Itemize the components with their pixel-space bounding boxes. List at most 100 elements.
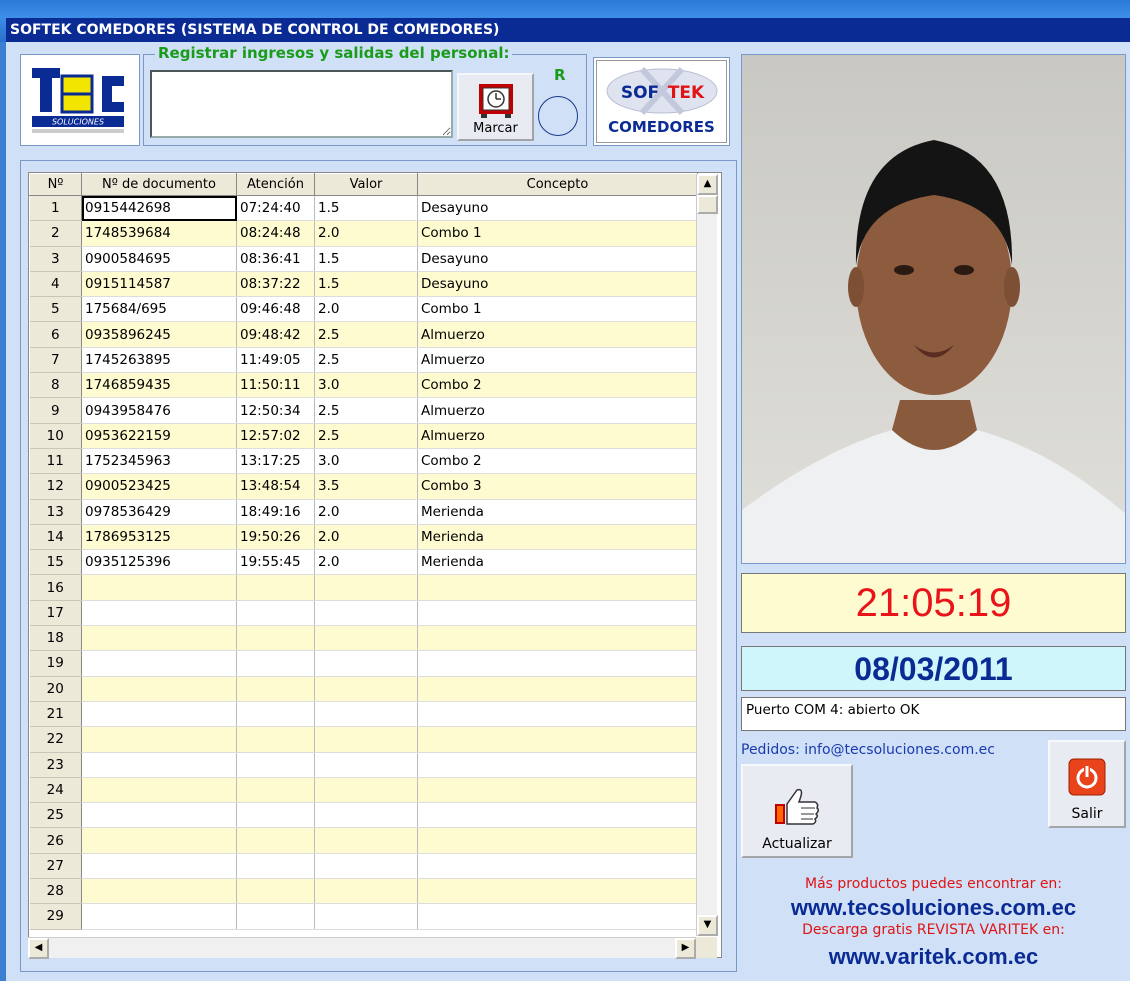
table-row[interactable]: 24 <box>29 777 698 804</box>
row-value[interactable] <box>314 726 418 753</box>
row-concept[interactable]: Combo 2 <box>417 372 698 399</box>
row-time[interactable] <box>236 625 315 652</box>
table-row[interactable]: 22 <box>29 726 698 753</box>
row-time[interactable] <box>236 903 315 930</box>
row-time[interactable]: 07:24:40 <box>236 195 315 222</box>
row-time[interactable]: 11:50:11 <box>236 372 315 399</box>
row-document[interactable]: 0943958476 <box>81 397 237 424</box>
register-input[interactable] <box>150 70 453 138</box>
row-value[interactable] <box>314 878 418 905</box>
table-row[interactable]: 4 0915114587 08:37:22 1.5 Desayuno <box>29 271 698 298</box>
row-value[interactable] <box>314 701 418 728</box>
row-document[interactable]: 0915442698 <box>81 195 237 222</box>
table-row[interactable]: 17 <box>29 600 698 627</box>
row-time[interactable] <box>236 827 315 854</box>
scroll-right-icon[interactable]: ▶ <box>675 938 696 959</box>
row-document[interactable]: 0953622159 <box>81 423 237 449</box>
promo-link-tecsoluciones[interactable]: www.tecsoluciones.com.ec <box>741 895 1126 921</box>
scroll-up-icon[interactable]: ▲ <box>697 174 718 195</box>
row-document[interactable] <box>81 676 237 702</box>
row-concept[interactable]: Merienda <box>417 549 698 576</box>
table-row[interactable]: 19 <box>29 650 698 677</box>
row-document[interactable] <box>81 701 237 728</box>
row-concept[interactable] <box>417 752 698 778</box>
table-row[interactable]: 20 <box>29 676 698 702</box>
table-row[interactable]: 8 1746859435 11:50:11 3.0 Combo 2 <box>29 372 698 399</box>
row-time[interactable] <box>236 701 315 728</box>
row-time[interactable] <box>236 802 315 829</box>
scroll-thumb[interactable] <box>697 195 718 214</box>
row-value[interactable]: 2.5 <box>314 423 418 449</box>
row-value[interactable] <box>314 752 418 778</box>
row-time[interactable] <box>236 878 315 905</box>
row-time[interactable]: 13:48:54 <box>236 473 315 500</box>
salir-button[interactable]: Salir <box>1048 740 1126 828</box>
row-document[interactable] <box>81 853 237 880</box>
row-time[interactable] <box>236 574 315 601</box>
table-row[interactable]: 6 0935896245 09:48:42 2.5 Almuerzo <box>29 321 698 348</box>
row-time[interactable] <box>236 752 315 778</box>
row-concept[interactable]: Combo 1 <box>417 296 698 323</box>
row-value[interactable] <box>314 574 418 601</box>
col-header-number[interactable]: Nº <box>29 173 82 196</box>
grid-vertical-scrollbar[interactable]: ▲ ▼ <box>696 174 718 936</box>
row-concept[interactable] <box>417 878 698 905</box>
row-value[interactable]: 2.5 <box>314 321 418 348</box>
row-value[interactable]: 2.0 <box>314 549 418 576</box>
row-concept[interactable] <box>417 726 698 753</box>
row-time[interactable]: 12:50:34 <box>236 397 315 424</box>
row-concept[interactable]: Combo 2 <box>417 448 698 475</box>
row-concept[interactable] <box>417 650 698 677</box>
row-concept[interactable]: Almuerzo <box>417 321 698 348</box>
scroll-down-icon[interactable]: ▼ <box>697 915 718 936</box>
row-time[interactable] <box>236 600 315 627</box>
col-header-value[interactable]: Valor <box>314 173 418 196</box>
row-time[interactable] <box>236 777 315 804</box>
row-value[interactable]: 2.0 <box>314 220 418 247</box>
row-concept[interactable]: Merienda <box>417 524 698 551</box>
row-time[interactable]: 12:57:02 <box>236 423 315 449</box>
row-concept[interactable] <box>417 701 698 728</box>
table-row[interactable]: 23 <box>29 752 698 778</box>
attendance-grid[interactable]: Nº Nº de documento Atención Valor Concep… <box>28 172 722 958</box>
row-concept[interactable] <box>417 574 698 601</box>
row-document[interactable] <box>81 802 237 829</box>
row-document[interactable] <box>81 878 237 905</box>
row-time[interactable]: 08:36:41 <box>236 246 315 272</box>
table-row[interactable]: 27 <box>29 853 698 880</box>
row-value[interactable]: 2.5 <box>314 347 418 374</box>
row-value[interactable] <box>314 777 418 804</box>
row-concept[interactable] <box>417 600 698 627</box>
row-document[interactable]: 0915114587 <box>81 271 237 298</box>
pedidos-contact[interactable]: Pedidos: info@tecsoluciones.com.ec <box>741 742 995 758</box>
row-time[interactable] <box>236 726 315 753</box>
row-document[interactable]: 1786953125 <box>81 524 237 551</box>
row-time[interactable]: 08:24:48 <box>236 220 315 247</box>
row-document[interactable]: 0935125396 <box>81 549 237 576</box>
promo-link-varitek[interactable]: www.varitek.com.ec <box>741 944 1126 970</box>
row-document[interactable] <box>81 600 237 627</box>
row-concept[interactable] <box>417 676 698 702</box>
row-value[interactable]: 1.5 <box>314 271 418 298</box>
row-document[interactable] <box>81 574 237 601</box>
row-concept[interactable] <box>417 802 698 829</box>
table-row[interactable]: 25 <box>29 802 698 829</box>
row-value[interactable]: 2.0 <box>314 524 418 551</box>
table-row[interactable]: 7 1745263895 11:49:05 2.5 Almuerzo <box>29 347 698 374</box>
row-concept[interactable]: Merienda <box>417 499 698 525</box>
row-value[interactable]: 2.5 <box>314 397 418 424</box>
row-value[interactable] <box>314 650 418 677</box>
table-row[interactable]: 14 1786953125 19:50:26 2.0 Merienda <box>29 524 698 551</box>
col-header-concept[interactable]: Concepto <box>417 173 698 196</box>
row-value[interactable]: 3.5 <box>314 473 418 500</box>
col-header-time[interactable]: Atención <box>236 173 315 196</box>
row-document[interactable]: 0900523425 <box>81 473 237 500</box>
row-value[interactable]: 1.5 <box>314 195 418 222</box>
row-document[interactable]: 0900584695 <box>81 246 237 272</box>
row-value[interactable] <box>314 600 418 627</box>
row-concept[interactable] <box>417 903 698 930</box>
row-document[interactable] <box>81 726 237 753</box>
row-value[interactable]: 3.0 <box>314 448 418 475</box>
row-value[interactable]: 1.5 <box>314 246 418 272</box>
row-value[interactable]: 2.0 <box>314 499 418 525</box>
